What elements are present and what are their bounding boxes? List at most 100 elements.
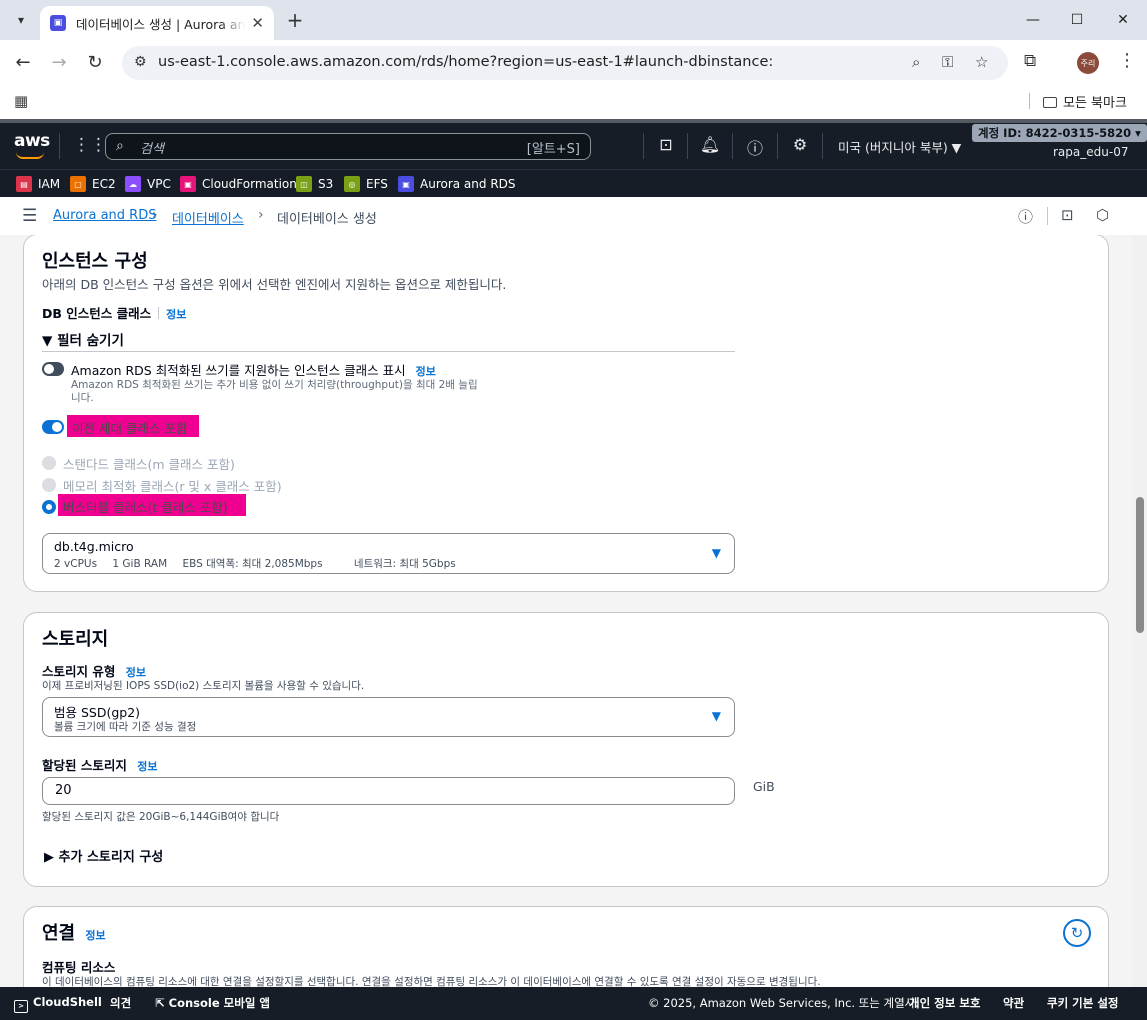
favorite-s3[interactable]: ◫ S3 [296, 175, 333, 193]
security-shield-icon[interactable]: ⬡ [1096, 206, 1109, 224]
selected-instance-class: db.t4g.micro [54, 539, 134, 554]
info-panel-icon[interactable]: ⓘ [1018, 206, 1033, 227]
minimize-icon[interactable]: — [1018, 8, 1048, 32]
favorite-iam[interactable]: ▤ IAM [16, 175, 60, 193]
info-link[interactable]: 정보 [166, 308, 186, 321]
terms-link[interactable]: 약관 [1003, 995, 1024, 1011]
help-icon[interactable]: ⓘ [744, 135, 766, 159]
tutorial-panel-icon[interactable]: ⊡ [1061, 206, 1074, 224]
header-separator [732, 133, 733, 159]
spec-ram: 1 GiB RAM [112, 558, 168, 570]
cloudshell-button[interactable]: > CloudShell [14, 995, 102, 1013]
allocated-storage-hint: 할당된 스토리지 값은 20GiB~6,144GiB여야 합니다 [42, 811, 280, 823]
dropdown-caret-icon: ▼ [711, 546, 721, 560]
header-separator [687, 133, 688, 159]
header-separator [59, 133, 60, 159]
header-separator [777, 133, 778, 159]
address-bar[interactable]: ⚙ us-east-1.console.aws.amazon.com/rds/h… [122, 46, 1008, 80]
radio-memory-optimized-label: 메모리 최적화 클래스(r 및 x 클래스 포함) [63, 479, 282, 494]
window-close-icon[interactable]: ✕ [1108, 8, 1138, 32]
allocated-storage-text: 할당된 스토리지 [42, 758, 127, 773]
back-arrow-icon[interactable]: ← [11, 51, 35, 75]
favorite-aurora-rds[interactable]: ▣ Aurora and RDS [398, 175, 516, 193]
optimized-writes-desc-1: Amazon RDS 최적화된 쓰기는 추가 비용 없이 쓰기 처리량(thro… [71, 379, 478, 391]
new-tab-plus-icon[interactable]: + [283, 8, 307, 32]
header-separator [643, 133, 644, 159]
favorite-label: IAM [38, 177, 61, 191]
site-settings-icon[interactable]: ⚙ [134, 54, 147, 70]
all-bookmarks-button[interactable]: 모든 북마크 [1043, 92, 1127, 111]
breadcrumb-databases[interactable]: 데이터베이스 [172, 208, 244, 227]
db-instance-class-label: DB 인스턴스 클래스 정보 [42, 303, 186, 322]
previous-generation-label[interactable]: 이전 세대 클래스 포함 [67, 415, 199, 437]
privacy-link[interactable]: 개인 정보 보호 [909, 995, 981, 1011]
reload-icon[interactable]: ↻ [83, 51, 107, 75]
breadcrumb-aurora-rds[interactable]: Aurora and RDS [53, 208, 156, 223]
browser-toolbar: ← → ↻ ⚙ us-east-1.console.aws.amazon.com… [0, 40, 1147, 86]
info-link[interactable]: 정보 [85, 929, 105, 942]
console-footer: > CloudShell 의견 ⇱ Console 모바일 앱 © 2025, Am… [0, 987, 1147, 1020]
bookmarks-bar: ▦ 모든 북마크 [0, 86, 1147, 116]
account-user-name[interactable]: rapa_edu-07 [1053, 145, 1128, 159]
filter-toggle[interactable]: ▼ 필터 숨기기 [42, 329, 124, 349]
settings-gear-icon[interactable]: ⚙ [789, 135, 811, 154]
password-key-icon[interactable]: ⚿ [942, 53, 953, 71]
url-text[interactable]: us-east-1.console.aws.amazon.com/rds/hom… [158, 54, 773, 70]
aws-logo-smile [16, 152, 44, 159]
browser-menu-icon[interactable]: ⋮ [1118, 50, 1136, 71]
previous-generation-toggle[interactable] [42, 420, 64, 434]
additional-storage-expander[interactable]: ▶ 추가 스토리지 구성 [44, 846, 163, 865]
radio-burstable-label[interactable]: 버스터블 클래스(t 클래스 포함) [58, 494, 246, 516]
mobile-app-link[interactable]: ⇱ Console 모바일 앱 [155, 995, 270, 1011]
region-selector[interactable]: 미국 (버지니아 북부) ▼ [838, 137, 961, 156]
browser-tab-active[interactable]: ▣ 데이터베이스 생성 | Aurora and RDS ✕ [40, 6, 274, 40]
copyright-text: © 2025, Amazon Web Services, Inc. 또는 계열사… [648, 996, 919, 1010]
cookie-preferences-link[interactable]: 쿠키 기본 설정 [1047, 995, 1119, 1011]
apps-grid-icon[interactable]: ▦ [14, 92, 28, 110]
allocated-storage-input[interactable]: 20 [42, 777, 735, 805]
scrollbar-thumb[interactable] [1136, 497, 1144, 633]
storage-type-select[interactable]: 범용 SSD(gp2) 볼륨 크기에 따라 기준 성능 결정 ▼ [42, 697, 735, 737]
account-id-badge[interactable]: 계정 ID: 8422-0315-5820 ▾ [972, 124, 1147, 142]
zoom-icon[interactable]: ⌕ [912, 53, 920, 71]
aws-logo[interactable]: aws [14, 131, 50, 151]
profile-avatar[interactable]: 주리 [1077, 52, 1099, 74]
service-favorites-bar: ▤ IAM ▢ EC2 ☁ VPC ▣ CloudFormation ◫ S3 ◎ EFS … [0, 169, 1147, 197]
info-link[interactable]: 정보 [137, 760, 157, 773]
favorite-vpc[interactable]: ☁ VPC [125, 175, 171, 193]
console-search-input[interactable]: ⌕ 검색 [알트+S] [105, 133, 591, 160]
favorite-cloudformation[interactable]: ▣ CloudFormation [180, 175, 297, 193]
info-divider [158, 307, 160, 319]
notifications-bell-icon[interactable]: 🔔︎ [699, 135, 721, 154]
favorite-efs[interactable]: ◎ EFS [344, 175, 388, 193]
instance-config-description: 아래의 DB 인스턴스 구성 옵션은 위에서 선택한 엔진에서 지원하는 옵션으… [42, 277, 507, 292]
forward-arrow-icon[interactable]: → [47, 51, 71, 75]
maximize-icon[interactable]: ☐ [1062, 8, 1092, 32]
bookmark-star-icon[interactable]: ☆ [975, 53, 988, 71]
cloudshell-terminal-icon[interactable]: ⊡ [655, 135, 677, 154]
favorite-label: S3 [318, 177, 334, 191]
refresh-icon[interactable]: ↻ [1063, 919, 1091, 947]
toggle-knob [52, 422, 62, 432]
side-nav-menu-icon[interactable]: ☰ [22, 206, 37, 226]
favorite-ec2[interactable]: ▢ EC2 [70, 175, 116, 193]
feedback-link[interactable]: 의견 [110, 995, 131, 1011]
optimized-writes-toggle[interactable] [42, 362, 64, 376]
favorite-label: CloudFormation [202, 177, 297, 191]
filter-divider [42, 351, 735, 352]
tab-title: 데이터베이스 생성 | Aurora and RDS [76, 16, 246, 32]
s3-icon: ◫ [296, 176, 312, 192]
extensions-puzzle-icon[interactable]: ⧉ [1024, 51, 1036, 71]
radio-burstable-class[interactable] [42, 500, 56, 514]
tab-close-icon[interactable]: ✕ [251, 14, 264, 32]
browser-tabstrip: ▾ ▣ 데이터베이스 생성 | Aurora and RDS ✕ + — ☐ ✕ [0, 0, 1147, 40]
instance-class-select[interactable]: db.t4g.micro 2 vCPUs 1 GiB RAM EBS 대역폭: … [42, 533, 735, 574]
rds-favicon-icon: ▣ [50, 15, 66, 31]
optimized-writes-text: Amazon RDS 최적화된 쓰기를 지원하는 인스턴스 클래스 표시 [71, 363, 406, 378]
bookmarks-separator [1029, 93, 1030, 109]
page-scrollbar[interactable] [1132, 235, 1147, 987]
tab-search-chevron-icon[interactable]: ▾ [8, 8, 34, 32]
spec-ebs: EBS 대역폭: 최대 2,085Mbps [182, 558, 323, 570]
storage-title: 스토리지 [42, 629, 109, 650]
favorite-label: EFS [366, 177, 388, 191]
